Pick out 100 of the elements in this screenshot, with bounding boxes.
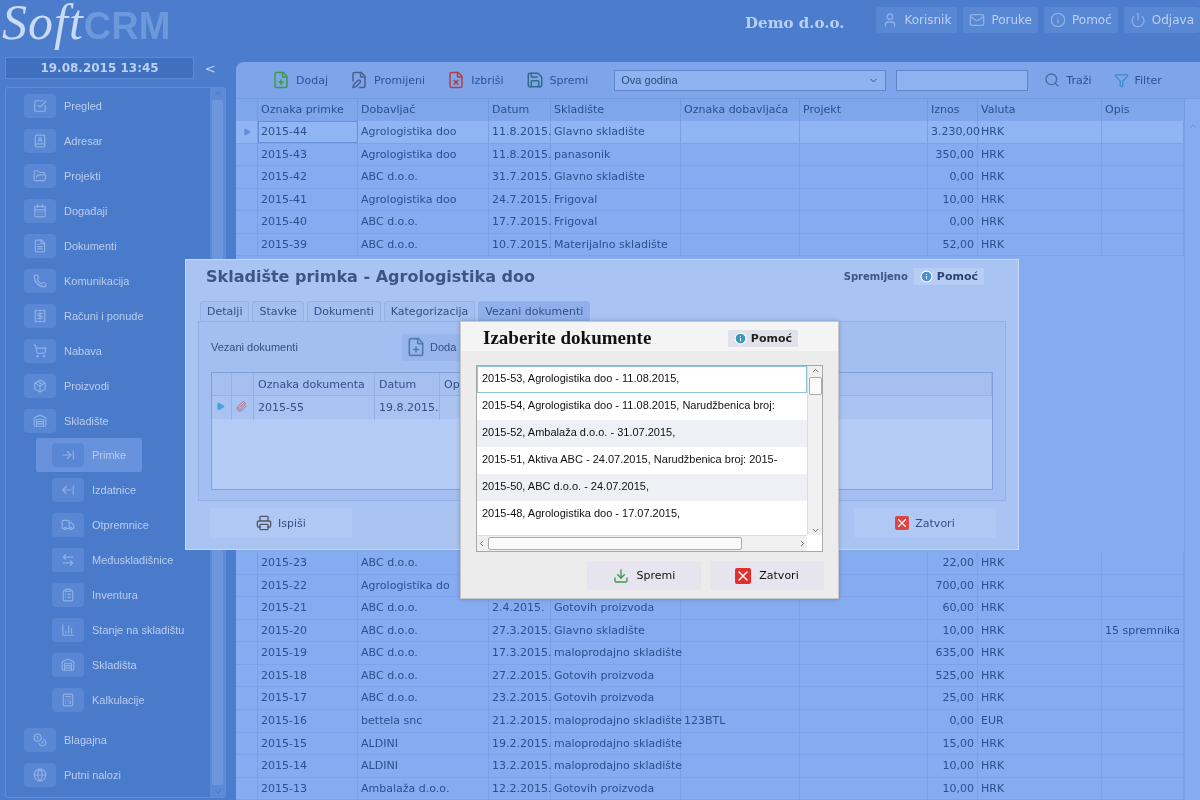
table-cell: 2015-22 bbox=[258, 574, 359, 597]
table-cell: maloprodajno skladište bbox=[551, 755, 682, 777]
table-cell: 21.2.2015. bbox=[489, 709, 552, 732]
table-cell: 27.2.2015. bbox=[489, 664, 552, 687]
table-cell: 2015-16 bbox=[258, 709, 359, 732]
table-cell: 19.8.2015. bbox=[375, 396, 440, 420]
table-cell: Agrologistika doo bbox=[358, 121, 490, 143]
table-cell: 10,00 bbox=[928, 755, 979, 777]
table-cell: HRK bbox=[978, 732, 1103, 755]
table-cell: Gotovih proizvoda bbox=[551, 777, 682, 800]
table-cell: 31.7.2015. bbox=[489, 166, 552, 188]
section-label: Vezani dokumenti bbox=[211, 341, 299, 353]
table-cell: HRK bbox=[978, 143, 1103, 166]
dialog-title: Skladište primka - Agrologistika doo bbox=[206, 266, 535, 286]
table-cell: maloprodajno skladište bbox=[551, 709, 682, 732]
table-cell: ABC d.o.o. bbox=[358, 233, 490, 256]
table-cell: ABC d.o.o. bbox=[358, 664, 490, 687]
table-cell: 2015-43 bbox=[258, 143, 359, 166]
table-cell: ABC d.o.o. bbox=[358, 619, 490, 642]
table-cell: 25,00 bbox=[928, 687, 979, 709]
table-cell: 11.8.2015. bbox=[489, 121, 552, 143]
table-cell: Gotovih proizvoda bbox=[551, 687, 682, 709]
table-cell: Frigoval bbox=[551, 211, 682, 233]
table-cell: HRK bbox=[978, 211, 1103, 233]
table-cell: 2015-40 bbox=[258, 211, 359, 233]
table-cell: 2015-13 bbox=[258, 777, 359, 800]
table-cell: 13.2.2015. bbox=[489, 755, 552, 777]
table-cell: HRK bbox=[978, 687, 1103, 709]
table-cell: 10,00 bbox=[928, 188, 979, 211]
table-cell: 2015-18 bbox=[258, 664, 359, 687]
table-cell: panasonik bbox=[551, 143, 682, 166]
dialog-title: Izaberite dokumente bbox=[483, 327, 652, 349]
table-cell: Gotovih proizvoda bbox=[551, 664, 682, 687]
table-cell: 0,00 bbox=[928, 709, 979, 732]
table-cell: 2015-23 bbox=[258, 552, 359, 574]
table-cell: HRK bbox=[978, 574, 1103, 597]
table-cell: HRK bbox=[978, 233, 1103, 256]
table-cell: 2015-55 bbox=[254, 396, 375, 420]
table-cell: 19.2.2015. bbox=[489, 732, 552, 755]
date-time: 19.08.2015 13:45 bbox=[5, 57, 195, 79]
table-cell: 0,00 bbox=[928, 211, 979, 233]
table-cell: Glavno skladište bbox=[551, 619, 682, 642]
table-cell: 2015-19 bbox=[258, 642, 359, 664]
company-name: Demo d.o.o. bbox=[745, 14, 845, 32]
table-cell: 700,00 bbox=[928, 574, 979, 597]
table-cell: 22,00 bbox=[928, 552, 979, 574]
table-cell: 2015-17 bbox=[258, 687, 359, 709]
table-cell: maloprodajno skladište bbox=[551, 732, 682, 755]
table-cell: 10,00 bbox=[928, 777, 979, 800]
table-cell: 10.7.2015. bbox=[489, 233, 552, 256]
table-cell: 3.230,00 bbox=[928, 121, 979, 143]
table-cell: HRK bbox=[978, 619, 1103, 642]
table-cell: ABC d.o.o. bbox=[358, 642, 490, 664]
table-cell: HRK bbox=[978, 755, 1103, 777]
table-cell: HRK bbox=[978, 664, 1103, 687]
table-cell: ABC d.o.o. bbox=[358, 166, 490, 188]
table-cell: ALDINI bbox=[358, 732, 490, 755]
table-cell: Glavno skladište bbox=[551, 121, 682, 143]
table-cell: 350,00 bbox=[928, 143, 979, 166]
table-cell: 27.3.2015. bbox=[489, 619, 552, 642]
table-cell: maloprodajno skladište bbox=[551, 642, 682, 664]
table-cell: 23.2.2015. bbox=[489, 687, 552, 709]
table-cell: 123BTL bbox=[681, 709, 801, 732]
table-cell: 17.3.2015. bbox=[489, 642, 552, 664]
table-cell: 635,00 bbox=[928, 642, 979, 664]
table-cell: 2015-42 bbox=[258, 166, 359, 188]
table-cell: HRK bbox=[978, 166, 1103, 188]
table-cell: 2015-44 bbox=[258, 121, 359, 143]
table-cell: HRK bbox=[978, 777, 1103, 800]
table-cell: 0,00 bbox=[928, 166, 979, 188]
table-cell: Glavno skladište bbox=[551, 166, 682, 188]
logo-script-text: Soft bbox=[2, 0, 84, 48]
table-cell: Frigoval bbox=[551, 188, 682, 211]
table-cell: Agrologistika doo bbox=[358, 188, 490, 211]
table-cell: ABC d.o.o. bbox=[358, 211, 490, 233]
table-cell: EUR bbox=[978, 709, 1103, 732]
table-cell: 60,00 bbox=[928, 597, 979, 619]
table-cell: 2015-14 bbox=[258, 755, 359, 777]
table-cell: 525,00 bbox=[928, 664, 979, 687]
table-cell: ALDINI bbox=[358, 755, 490, 777]
table-cell: 10,00 bbox=[928, 619, 979, 642]
table-cell: 11.8.2015. bbox=[489, 143, 552, 166]
table-cell: 12.2.2015. bbox=[489, 777, 552, 800]
table-cell: Materijalno skladište bbox=[551, 233, 682, 256]
table-cell: 15,00 bbox=[928, 732, 979, 755]
table-cell: HRK bbox=[978, 188, 1103, 211]
table-cell: HRK bbox=[978, 597, 1103, 619]
table-cell: HRK bbox=[978, 121, 1103, 143]
table-cell: ABC d.o.o. bbox=[358, 687, 490, 709]
table-cell: 52,00 bbox=[928, 233, 979, 256]
table-cell: 2015-15 bbox=[258, 732, 359, 755]
table-cell: 2015-20 bbox=[258, 619, 359, 642]
table-cell: 2015-21 bbox=[258, 597, 359, 619]
save-status: Spremljeno bbox=[843, 270, 908, 282]
table-cell: 24.7.2015. bbox=[489, 188, 552, 211]
table-cell: Agrologistika doo bbox=[358, 143, 490, 166]
table-cell: bettela snc bbox=[358, 709, 490, 732]
table-cell: 17.7.2015. bbox=[489, 211, 552, 233]
table-cell: 2015-39 bbox=[258, 233, 359, 256]
table-cell: HRK bbox=[978, 552, 1103, 574]
